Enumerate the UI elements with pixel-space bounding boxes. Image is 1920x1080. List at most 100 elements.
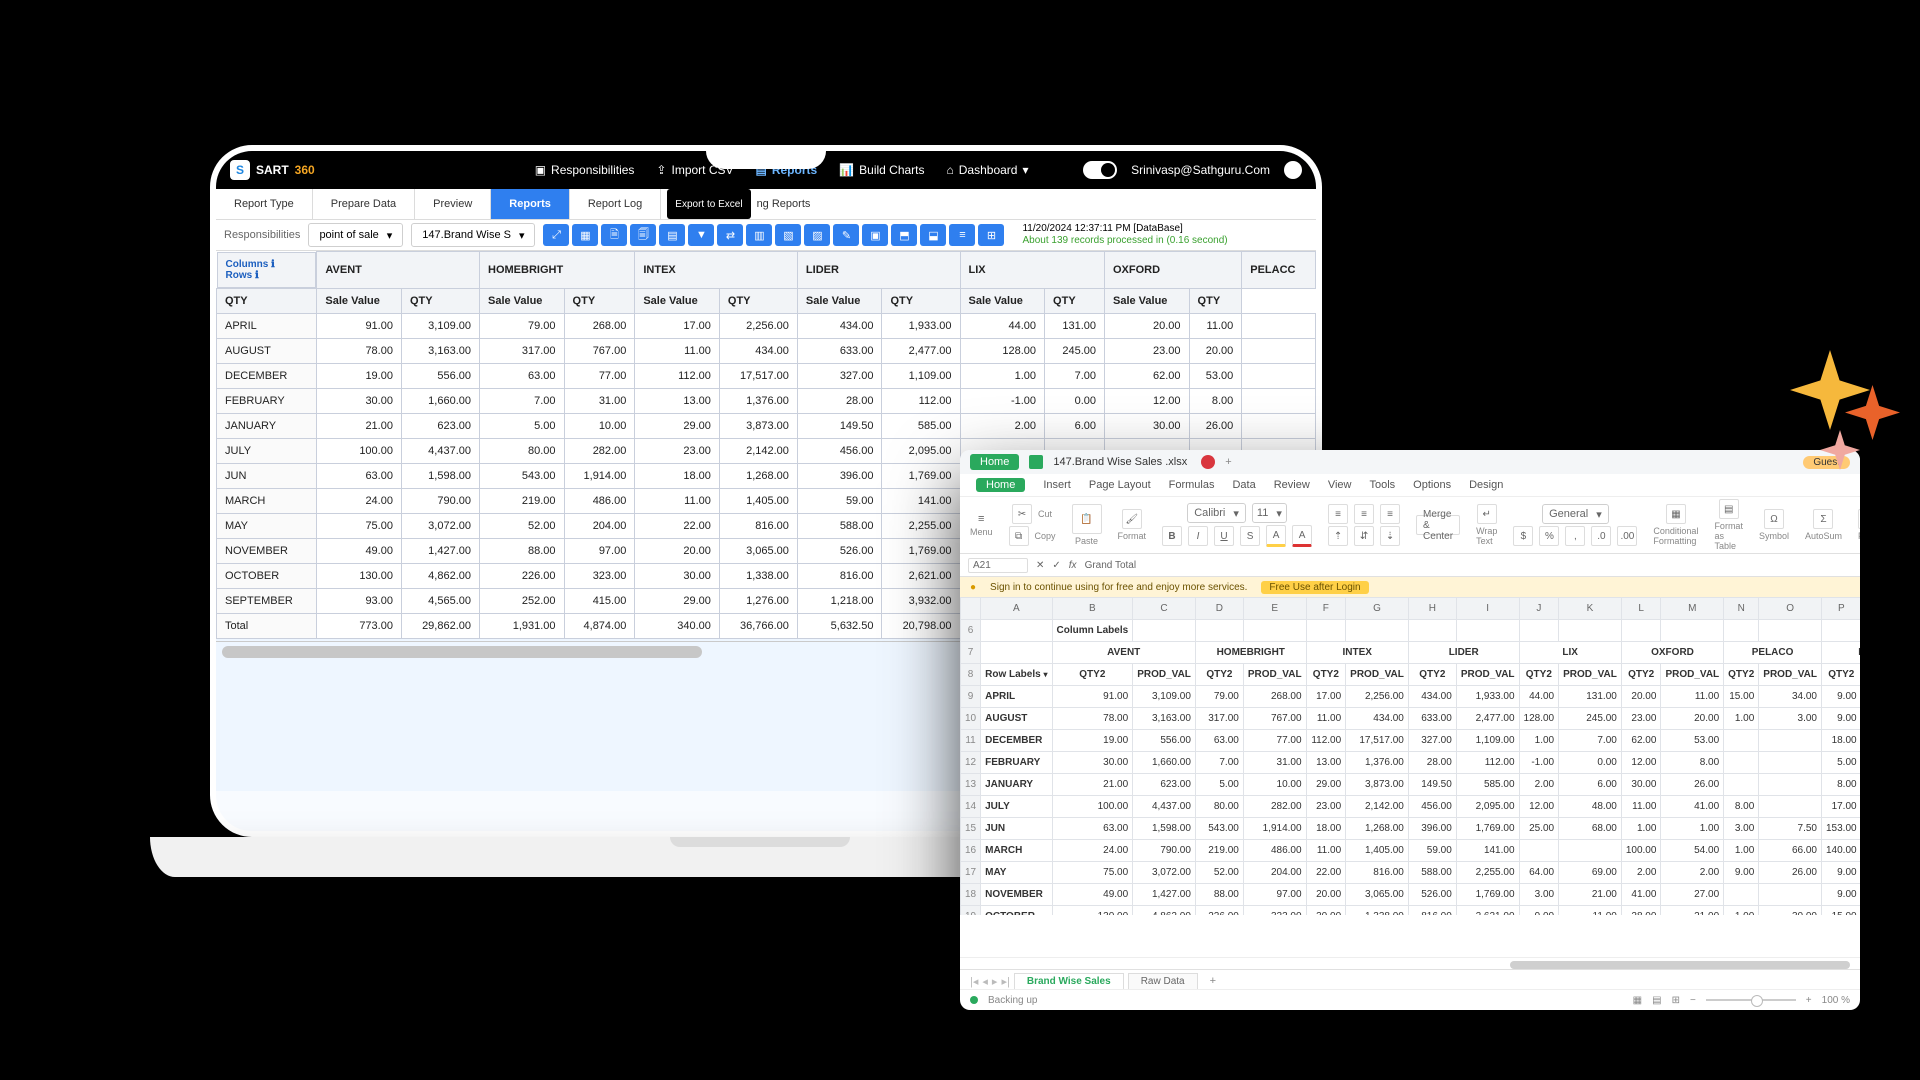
sheet-nav-next-icon[interactable]: ▸ <box>992 975 998 988</box>
spreadsheet-grid[interactable]: ABCDEFGHIJKLMNOPQRST6Column Labels7AVENT… <box>960 597 1860 915</box>
align-center-icon[interactable]: ≡ <box>1354 504 1374 524</box>
decimal-inc-icon[interactable]: .0 <box>1591 526 1611 546</box>
toolbar-icon-10[interactable]: ✎ <box>833 224 859 246</box>
subnav-extra-label: ng Reports <box>751 189 817 219</box>
fx-confirm-icon[interactable]: ✓ <box>1052 560 1060 571</box>
sheet-nav-first-icon[interactable]: |◂ <box>970 975 978 988</box>
menu-icon[interactable]: ≡ <box>978 513 984 525</box>
cut-icon[interactable]: ✂ <box>1012 504 1032 524</box>
copy-icon[interactable]: ⧉ <box>1009 526 1029 546</box>
subtab-prepare-data[interactable]: Prepare Data <box>313 189 415 219</box>
toolbar-icon-1[interactable]: ▦ <box>572 224 598 246</box>
subtab-report-log[interactable]: Report Log <box>570 189 661 219</box>
currency-icon[interactable]: $ <box>1513 526 1533 546</box>
nav-responsibilities[interactable]: ▣Responsibilities <box>535 163 635 177</box>
toolbar-icon-14[interactable]: ≡ <box>949 224 975 246</box>
toolbar-icon-4[interactable]: ▤ <box>659 224 685 246</box>
toolbar-icon-12[interactable]: ⬒ <box>891 224 917 246</box>
italic-button[interactable]: I <box>1188 526 1208 546</box>
sheet-nav-prev-icon[interactable]: ◂ <box>982 975 988 988</box>
subtab-report-type[interactable]: Report Type <box>216 189 313 219</box>
fx-cancel-icon[interactable]: ✕ <box>1036 560 1044 571</box>
merge-center-button[interactable]: Merge & Center <box>1416 515 1460 535</box>
zoom-in-icon[interactable]: + <box>1806 995 1812 1006</box>
fx-icon[interactable]: fx <box>1069 560 1077 571</box>
zoom-out-icon[interactable]: − <box>1690 995 1696 1006</box>
toolbar-icon-7[interactable]: ▥ <box>746 224 772 246</box>
underline-button[interactable]: U <box>1214 526 1234 546</box>
bold-button[interactable]: B <box>1162 526 1182 546</box>
view-normal-icon[interactable]: ▦ <box>1633 995 1642 1006</box>
percent-icon[interactable]: % <box>1539 526 1559 546</box>
cell-reference[interactable]: A21 <box>968 558 1028 573</box>
toolbar-icon-13[interactable]: ⬓ <box>920 224 946 246</box>
subtab-reports[interactable]: Reports <box>491 189 570 219</box>
report-file-select[interactable]: 147.Brand Wise S▾ <box>411 223 535 247</box>
paste-button[interactable]: 📋 <box>1072 504 1102 534</box>
toolbar-icon-15[interactable]: ⊞ <box>978 224 1004 246</box>
toolbar-icon-2[interactable]: 🗎 <box>601 224 627 246</box>
ribbon-tab-view[interactable]: View <box>1328 479 1352 491</box>
nav-dashboard[interactable]: ⌂Dashboard ▾ <box>947 163 1029 177</box>
chevron-down-icon: ▾ <box>519 229 525 242</box>
ribbon-tab-options[interactable]: Options <box>1413 479 1451 491</box>
symbol-button[interactable]: Ω <box>1764 509 1784 529</box>
number-format-select[interactable]: General ▾ <box>1542 504 1609 524</box>
autosum-button[interactable]: Σ <box>1813 509 1833 529</box>
nav-build-charts[interactable]: 📊Build Charts <box>839 163 924 177</box>
sheet-nav-last-icon[interactable]: ▸| <box>1001 975 1009 988</box>
ribbon-tab-review[interactable]: Review <box>1274 479 1310 491</box>
responsibilities-select[interactable]: point of sale▾ <box>308 223 403 247</box>
align-bottom-icon[interactable]: ⇣ <box>1380 526 1400 546</box>
filter-button[interactable]: ▽ <box>1858 509 1860 529</box>
zoom-slider[interactable] <box>1706 999 1796 1001</box>
sheet-tab-raw-data[interactable]: Raw Data <box>1128 973 1198 989</box>
ribbon-tab-formulas[interactable]: Formulas <box>1169 479 1215 491</box>
toolbar-icon-11[interactable]: ▣ <box>862 224 888 246</box>
toolbar-icon-8[interactable]: ▧ <box>775 224 801 246</box>
ribbon-tab-design[interactable]: Design <box>1469 479 1503 491</box>
titlebar-home-tab[interactable]: Home <box>970 454 1019 470</box>
add-sheet-icon[interactable]: + <box>1202 975 1224 987</box>
process-status: 11/20/2024 12:37:11 PM [DataBase] About … <box>1022 223 1227 247</box>
comma-icon[interactable]: , <box>1565 526 1585 546</box>
decimal-dec-icon[interactable]: .00 <box>1617 526 1637 546</box>
toolbar-icon-3[interactable]: 🗐 <box>630 224 656 246</box>
user-icon[interactable] <box>1284 161 1302 179</box>
file-close-icon[interactable] <box>1201 455 1215 469</box>
format-painter-icon[interactable]: 🖌 <box>1122 509 1142 529</box>
align-left-icon[interactable]: ≡ <box>1328 504 1348 524</box>
fill-color-button[interactable]: A <box>1266 525 1286 547</box>
conditional-formatting-button[interactable]: ▦ <box>1666 504 1686 524</box>
export-tooltip: Export to Excel <box>667 189 750 219</box>
font-color-button[interactable]: A <box>1292 525 1312 547</box>
ribbon-tab-data[interactable]: Data <box>1232 479 1255 491</box>
toolbar-icon-9[interactable]: ▨ <box>804 224 830 246</box>
align-top-icon[interactable]: ⇡ <box>1328 526 1348 546</box>
formula-value[interactable]: Grand Total <box>1085 560 1852 571</box>
ribbon-tab-page-layout[interactable]: Page Layout <box>1089 479 1151 491</box>
ribbon-tab-home[interactable]: Home <box>976 478 1025 492</box>
align-right-icon[interactable]: ≡ <box>1380 504 1400 524</box>
free-use-button[interactable]: Free Use after Login <box>1261 581 1368 594</box>
view-break-icon[interactable]: ⊞ <box>1672 995 1680 1006</box>
theme-toggle[interactable] <box>1083 161 1117 179</box>
new-tab-plus-icon[interactable]: + <box>1225 456 1231 468</box>
responsibilities-label: Responsibilities <box>224 229 300 241</box>
toolbar-icon-6[interactable]: ⇄ <box>717 224 743 246</box>
format-as-table-button[interactable]: ▤ <box>1719 499 1739 519</box>
toolbar-icon-5[interactable]: ▼ <box>688 224 714 246</box>
wrap-text-button[interactable]: ↵ <box>1477 504 1497 524</box>
toolbar-icon-0[interactable]: ⤢ <box>543 224 569 246</box>
view-page-icon[interactable]: ▤ <box>1652 995 1661 1006</box>
strike-button[interactable]: S <box>1240 526 1260 546</box>
ribbon-tab-tools[interactable]: Tools <box>1369 479 1395 491</box>
align-middle-icon[interactable]: ⇵ <box>1354 526 1374 546</box>
app-brand: S SART 360 <box>230 160 315 180</box>
font-select[interactable]: Calibri ▾ <box>1187 503 1246 523</box>
sheet-filename: 147.Brand Wise Sales .xlsx <box>1053 456 1187 468</box>
ribbon-tab-insert[interactable]: Insert <box>1043 479 1071 491</box>
font-size-select[interactable]: 11 ▾ <box>1252 503 1287 523</box>
subtab-preview[interactable]: Preview <box>415 189 491 219</box>
sheet-tab-brand-wise[interactable]: Brand Wise Sales <box>1014 973 1124 989</box>
